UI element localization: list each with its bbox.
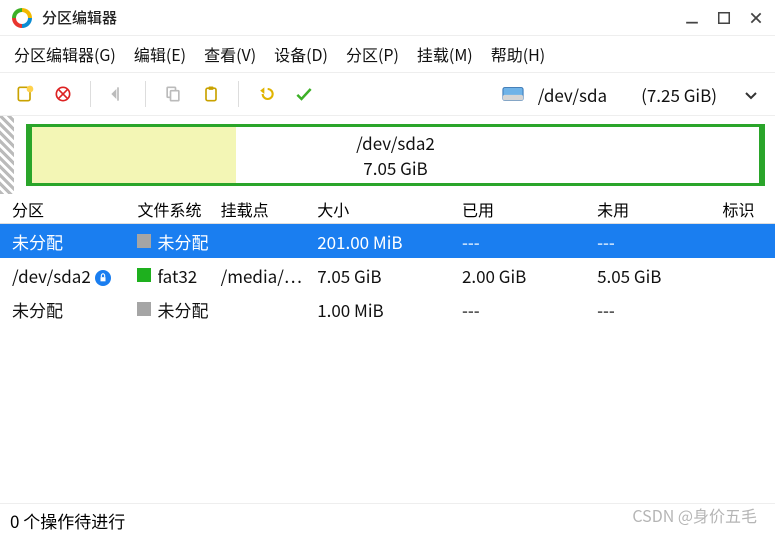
paste-button[interactable]: [194, 77, 228, 111]
disk-map-label: /dev/sda2 7.05 GiB: [32, 127, 759, 183]
undo-button[interactable]: [249, 77, 283, 111]
col-mount[interactable]: 挂载点: [217, 197, 314, 221]
window-controls: [685, 11, 763, 25]
menubar: 分区编辑器(G) 编辑(E) 查看(V) 设备(D) 分区(P) 挂载(M) 帮…: [0, 36, 775, 72]
maximize-icon[interactable]: [717, 11, 731, 25]
diskmap-leading-unalloc: [0, 116, 14, 194]
cell-filesystem: 未分配: [133, 297, 216, 322]
menu-gparted[interactable]: 分区编辑器(G): [8, 38, 122, 70]
menu-mount[interactable]: 挂载(M): [411, 38, 479, 70]
cell-size: 7.05 GiB: [313, 263, 458, 288]
app-icon: [12, 8, 32, 28]
col-size[interactable]: 大小: [313, 197, 458, 221]
cell-partition: 未分配: [8, 229, 133, 254]
fs-swatch-icon: [137, 268, 151, 282]
partition-table: 未分配未分配201.00 MiB------/dev/sda2fat32/med…: [0, 224, 775, 503]
disk-map-partition[interactable]: /dev/sda2 7.05 GiB: [29, 124, 762, 186]
toolbar-separator: [90, 81, 91, 107]
table-row[interactable]: 未分配未分配1.00 MiB------: [0, 292, 775, 326]
disk-map-path: /dev/sda2: [356, 130, 435, 155]
cell-size: 201.00 MiB: [313, 229, 458, 254]
col-free[interactable]: 未用: [593, 197, 718, 221]
cell-free: ---: [593, 297, 718, 322]
menu-partition[interactable]: 分区(P): [340, 38, 405, 70]
window: 分区编辑器 分区编辑器(G) 编辑(E) 查看(V) 设备(D) 分区(P) 挂…: [0, 0, 775, 537]
statusbar: 0 个操作待进行: [0, 503, 775, 537]
cell-partition: /dev/sda2: [8, 263, 133, 288]
resize-button[interactable]: [101, 77, 135, 111]
cell-used: 2.00 GiB: [458, 263, 593, 288]
menu-edit[interactable]: 编辑(E): [128, 38, 192, 70]
cell-filesystem: 未分配: [133, 229, 216, 254]
disk-map-size: 7.05 GiB: [363, 155, 427, 180]
menu-help[interactable]: 帮助(H): [485, 38, 551, 70]
fs-swatch-icon: [137, 302, 151, 316]
toolbar: /dev/sda (7.25 GiB): [0, 72, 775, 116]
cell-mount: /media/…: [217, 263, 314, 288]
cell-partition: 未分配: [8, 297, 133, 322]
table-row[interactable]: 未分配未分配201.00 MiB------: [0, 224, 775, 258]
chevron-down-icon: [745, 84, 757, 105]
menu-device[interactable]: 设备(D): [268, 38, 334, 70]
lock-badge-icon: [95, 270, 111, 286]
cell-used: ---: [458, 297, 593, 322]
window-title: 分区编辑器: [42, 7, 117, 28]
minimize-icon[interactable]: [685, 11, 699, 25]
toolbar-separator: [145, 81, 146, 107]
titlebar: 分区编辑器: [0, 0, 775, 36]
toolbar-separator: [238, 81, 239, 107]
cell-size: 1.00 MiB: [313, 297, 458, 322]
col-flags[interactable]: 标识: [719, 197, 767, 221]
device-path: /dev/sda: [538, 82, 607, 107]
cell-filesystem: fat32: [133, 263, 216, 288]
cell-free: ---: [593, 229, 718, 254]
drive-icon: [502, 86, 524, 102]
apply-button[interactable]: [287, 77, 321, 111]
table-row[interactable]: /dev/sda2fat32/media/…7.05 GiB2.00 GiB5.…: [0, 258, 775, 292]
delete-button[interactable]: [46, 77, 80, 111]
menu-view[interactable]: 查看(V): [198, 38, 262, 70]
copy-button[interactable]: [156, 77, 190, 111]
new-button[interactable]: [8, 77, 42, 111]
fs-swatch-icon: [137, 234, 151, 248]
col-filesystem[interactable]: 文件系统: [133, 197, 216, 221]
col-partition[interactable]: 分区: [8, 197, 133, 221]
cell-free: 5.05 GiB: [593, 263, 718, 288]
device-selector[interactable]: /dev/sda (7.25 GiB): [492, 78, 767, 111]
disk-map[interactable]: /dev/sda2 7.05 GiB: [26, 124, 765, 186]
close-icon[interactable]: [749, 11, 763, 25]
cell-used: ---: [458, 229, 593, 254]
col-used[interactable]: 已用: [458, 197, 593, 221]
status-text: 0 个操作待进行: [10, 508, 125, 533]
device-size: (7.25 GiB): [641, 82, 717, 107]
table-header: 分区 文件系统 挂载点 大小 已用 未用 标识: [0, 194, 775, 224]
